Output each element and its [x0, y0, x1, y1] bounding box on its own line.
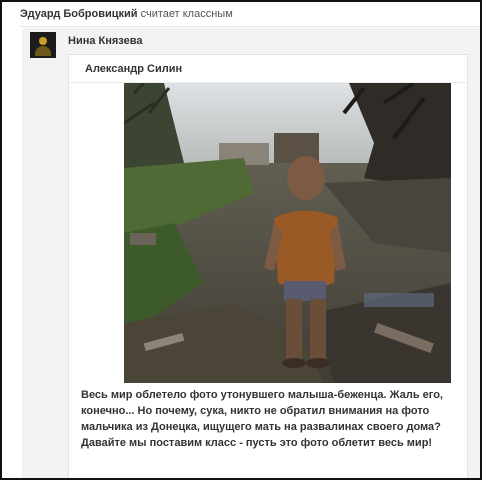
activity-line: Эдуард Бобровицкий считает классным — [20, 8, 233, 20]
shared-post-card: Нина Князева Александр Силин Весь мир об… — [22, 28, 480, 478]
share-author-name[interactable]: Нина Князева — [68, 35, 142, 47]
post-text: Весь мир облетело фото утонувшего малыша… — [81, 389, 443, 449]
original-post-card: Александр Силин Весь мир облетело фото у… — [68, 54, 468, 478]
activity-divider — [20, 26, 480, 27]
activity-actor-link[interactable]: Эдуард Бобровицкий — [20, 8, 138, 20]
post-photo-image — [124, 83, 451, 383]
activity-action-text: считает классным — [140, 8, 233, 20]
post-author-name[interactable]: Александр Силин — [85, 63, 182, 75]
share-author-avatar[interactable] — [30, 32, 56, 58]
feed-frame: Эдуард Бобровицкий считает классным Нина… — [0, 0, 482, 480]
post-photo[interactable] — [124, 83, 451, 383]
avatar-shoulders — [35, 46, 51, 56]
avatar-head — [39, 37, 47, 45]
